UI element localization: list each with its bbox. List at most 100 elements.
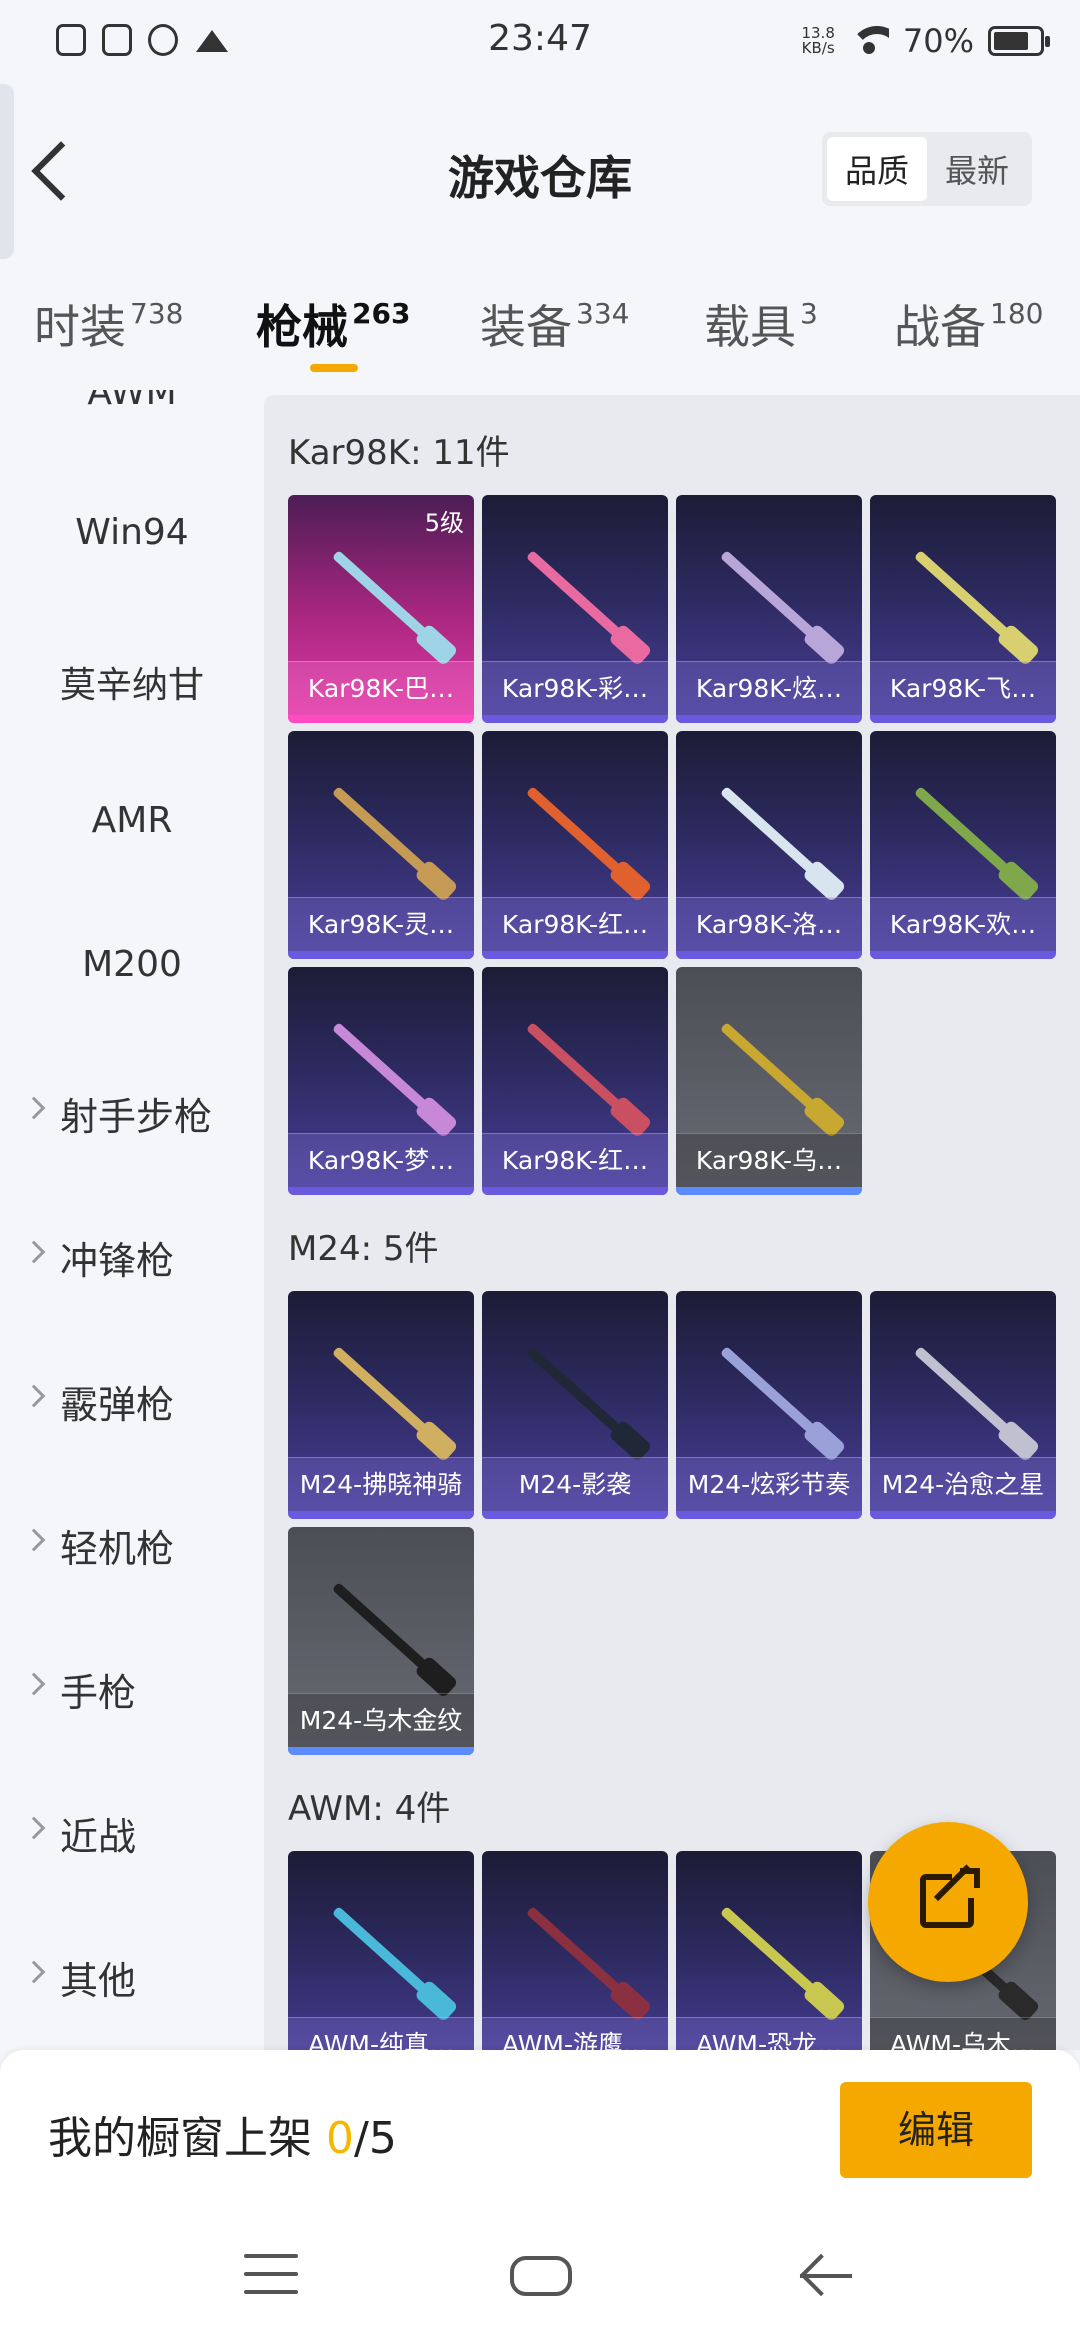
sidebar-item-label: 射手步枪 bbox=[60, 1095, 213, 1139]
skin-card[interactable]: Kar98K-梦… bbox=[288, 967, 474, 1195]
share-button[interactable] bbox=[868, 1822, 1028, 1982]
skin-name: Kar98K-欢… bbox=[870, 897, 1056, 951]
skin-card[interactable]: AWM-游鹰… bbox=[482, 1851, 668, 2050]
skin-card[interactable]: 5级 Kar98K-巴… bbox=[288, 495, 474, 723]
skin-card[interactable]: Kar98K-红… bbox=[482, 967, 668, 1195]
tab-equipment[interactable]: 装备 334 bbox=[480, 291, 629, 357]
rifle-icon bbox=[331, 1022, 451, 1130]
skin-name: AWM-乌木… bbox=[870, 2017, 1056, 2050]
system-nav-bar bbox=[0, 2210, 1080, 2340]
section-title: M24: 5件 bbox=[288, 1229, 439, 1269]
chevron-right-icon bbox=[22, 1096, 46, 1120]
tab-costume[interactable]: 时装 738 bbox=[34, 291, 183, 357]
section-title: Kar98K: 11件 bbox=[288, 433, 510, 473]
chevron-right-icon bbox=[22, 1960, 46, 1984]
skin-card[interactable]: M24-影袭 bbox=[482, 1291, 668, 1519]
skin-card[interactable]: Kar98K-乌… bbox=[676, 967, 862, 1195]
skin-card[interactable]: Kar98K-灵… bbox=[288, 731, 474, 959]
skin-name: Kar98K-巴… bbox=[288, 661, 474, 715]
skin-card[interactable]: M24-炫彩节奏 bbox=[676, 1291, 862, 1519]
battery-icon bbox=[988, 26, 1050, 56]
skin-name: Kar98K-灵… bbox=[288, 897, 474, 951]
skin-card[interactable]: M24-拂晓神骑 bbox=[288, 1291, 474, 1519]
rifle-icon bbox=[525, 550, 645, 658]
skin-card[interactable]: Kar98K-洛… bbox=[676, 731, 862, 959]
rifle-icon bbox=[331, 1346, 451, 1454]
sidebar-item-label: 近战 bbox=[60, 1815, 137, 1859]
sidebar-group-lmg[interactable]: 轻机枪 bbox=[0, 1518, 264, 1573]
showcase-bar: 我的橱窗上架 0/5 编辑 bbox=[0, 2050, 1080, 2210]
skin-card[interactable]: M24-乌木金纹 bbox=[288, 1527, 474, 1755]
sort-newest-button[interactable]: 最新 bbox=[927, 137, 1027, 201]
skin-name: Kar98K-梦… bbox=[288, 1133, 474, 1187]
skin-name: M24-乌木金纹 bbox=[288, 1693, 474, 1747]
sidebar-item-mosin[interactable]: 莫辛纳甘 bbox=[0, 656, 264, 708]
sidebar-item-label: 冲锋枪 bbox=[60, 1239, 175, 1283]
skin-card[interactable]: AWM-纯真… bbox=[288, 1851, 474, 2050]
sidebar-item-label: 手枪 bbox=[60, 1671, 137, 1715]
sidebar-group-shotgun[interactable]: 霰弹枪 bbox=[0, 1374, 264, 1429]
skin-card[interactable]: Kar98K-飞… bbox=[870, 495, 1056, 723]
sidebar-group-other[interactable]: 其他 bbox=[0, 1950, 264, 2005]
sort-toggle: 品质 最新 bbox=[822, 132, 1032, 206]
level-badge: 5级 bbox=[424, 509, 464, 537]
skin-name: M24-炫彩节奏 bbox=[676, 1457, 862, 1511]
sidebar-group-pistol[interactable]: 手枪 bbox=[0, 1662, 264, 1717]
sidebar-item-label: 其他 bbox=[60, 1959, 137, 2003]
active-tab-indicator bbox=[310, 364, 358, 372]
tab-label: 装备 bbox=[480, 300, 572, 354]
rifle-icon bbox=[719, 1022, 839, 1130]
skin-name: AWM-恐龙… bbox=[676, 2017, 862, 2050]
skin-card[interactable]: Kar98K-炫… bbox=[676, 495, 862, 723]
home-icon[interactable] bbox=[510, 2256, 572, 2296]
share-arrowhead-icon bbox=[960, 1868, 980, 1888]
section-title: AWM: 4件 bbox=[288, 1789, 451, 1829]
sidebar-item-win94[interactable]: Win94 bbox=[0, 512, 264, 553]
sidebar-group-smg[interactable]: 冲锋枪 bbox=[0, 1230, 264, 1285]
rifle-icon bbox=[913, 786, 1033, 894]
tab-label: 战备 bbox=[894, 300, 986, 354]
sidebar-item-amr[interactable]: AMR bbox=[0, 800, 264, 841]
edit-button[interactable]: 编辑 bbox=[840, 2082, 1032, 2178]
sort-quality-button[interactable]: 品质 bbox=[827, 137, 927, 201]
showcase-status: 我的橱窗上架 0/5 bbox=[48, 2102, 397, 2166]
rifle-icon bbox=[331, 550, 451, 658]
sidebar-group-melee[interactable]: 近战 bbox=[0, 1806, 264, 1861]
skin-card[interactable]: AWM-恐龙… bbox=[676, 1851, 862, 2050]
tab-vehicles[interactable]: 载具 3 bbox=[704, 291, 818, 357]
wifi-icon bbox=[848, 26, 889, 56]
battery-percent: 70% bbox=[902, 22, 974, 60]
chevron-right-icon bbox=[22, 1384, 46, 1408]
tab-battle-gear[interactable]: 战备 180 bbox=[894, 291, 1043, 357]
chevron-right-icon bbox=[22, 1672, 46, 1696]
tab-count: 738 bbox=[130, 297, 184, 330]
skin-name: Kar98K-红… bbox=[482, 1133, 668, 1187]
tab-label: 载具 bbox=[704, 300, 796, 354]
tab-guns[interactable]: 枪械 263 bbox=[256, 291, 410, 357]
chevron-right-icon bbox=[22, 1528, 46, 1552]
sidebar-item-m200[interactable]: M200 bbox=[0, 944, 264, 985]
net-speed-unit: KB/s bbox=[801, 39, 835, 57]
tab-count: 180 bbox=[990, 297, 1044, 330]
rifle-icon bbox=[525, 1022, 645, 1130]
skin-grid: Kar98K: 11件 5级 Kar98K-巴… Kar98K-彩… Kar98… bbox=[264, 395, 1080, 2050]
rifle-icon bbox=[331, 1582, 451, 1690]
rifle-icon bbox=[719, 550, 839, 658]
skin-name: AWM-游鹰… bbox=[482, 2017, 668, 2050]
skin-name: Kar98K-乌… bbox=[676, 1133, 862, 1187]
tab-label: 时装 bbox=[34, 300, 126, 354]
sidebar-item-awm[interactable]: AWM bbox=[0, 390, 264, 413]
weapon-type-sidebar: AWM Win94 莫辛纳甘 AMR M200 射手步枪 冲锋枪 霰弹枪 轻机枪… bbox=[0, 390, 264, 2050]
skin-card[interactable]: M24-治愈之星 bbox=[870, 1291, 1056, 1519]
skin-name: AWM-纯真… bbox=[288, 2017, 474, 2050]
menu-icon[interactable] bbox=[244, 2254, 298, 2294]
skin-card[interactable]: Kar98K-欢… bbox=[870, 731, 1056, 959]
skin-card[interactable]: Kar98K-红… bbox=[482, 731, 668, 959]
sidebar-group-dmr[interactable]: 射手步枪 bbox=[0, 1086, 264, 1141]
skin-name: Kar98K-炫… bbox=[676, 661, 862, 715]
tab-count: 263 bbox=[352, 297, 411, 330]
header: 游戏仓库 品质 最新 bbox=[0, 84, 1080, 259]
skin-name: Kar98K-红… bbox=[482, 897, 668, 951]
skin-card[interactable]: Kar98K-彩… bbox=[482, 495, 668, 723]
tab-count: 3 bbox=[800, 297, 818, 330]
